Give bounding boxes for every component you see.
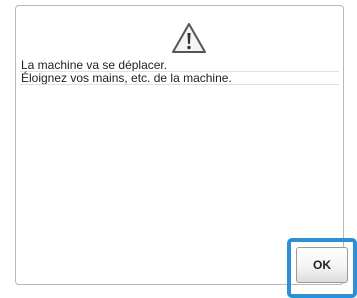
- warning-triangle-icon: [171, 22, 207, 54]
- text-underline: [20, 84, 339, 85]
- message-line-2: Éloignez vos mains, etc. de la machine.: [21, 71, 232, 85]
- message-line-1: La machine va se déplacer.: [21, 58, 168, 72]
- screen: La machine va se déplacer. Éloignez vos …: [0, 0, 357, 298]
- ok-button[interactable]: OK: [296, 247, 348, 283]
